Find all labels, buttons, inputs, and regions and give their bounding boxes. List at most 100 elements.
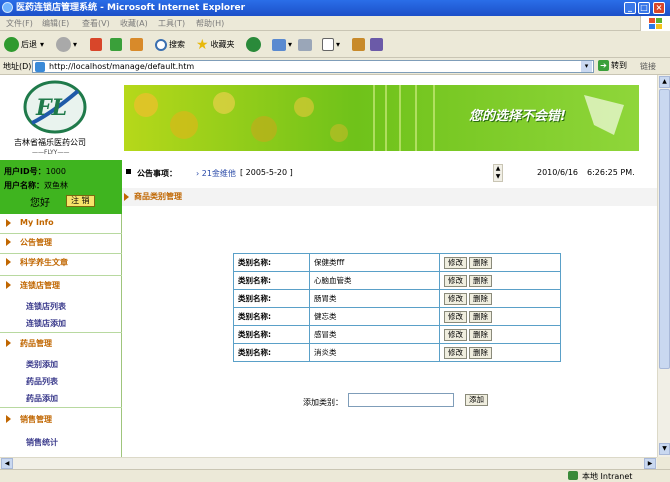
print-icon (298, 38, 312, 51)
category-name-cell: 肠胃类 (309, 289, 440, 308)
close-button[interactable]: × (653, 2, 665, 14)
maximize-button[interactable]: □ (638, 2, 650, 14)
banner: 您的选择不会错! (124, 85, 639, 151)
search-button[interactable]: 搜索 (155, 36, 185, 53)
table-row: 类别名称: 消炎类 修改 删除 (233, 343, 561, 362)
category-table-body: 类别名称: 保健类fff 修改 删除 类别名称: 心脑血管类 修改 删除 类别名称: 肠胃类 修改删… (233, 253, 561, 362)
edit-category-button[interactable]: 修改 (444, 310, 467, 323)
notice-scroller[interactable]: ▲ ▼ (493, 164, 503, 182)
refresh-button[interactable] (110, 36, 124, 53)
add-category-input[interactable] (348, 393, 454, 407)
print-button[interactable] (298, 36, 314, 53)
nav-category-add[interactable]: 类别添加 (26, 359, 58, 370)
category-name-cell: 消炎类 (309, 343, 440, 362)
nav-notice[interactable]: 公告管理 (0, 233, 122, 253)
scroll-down-button[interactable]: ▼ (659, 443, 670, 455)
favorites-button[interactable]: ★ 收藏夹 (196, 36, 235, 53)
vertical-scrollbar[interactable]: ▲ ▼ (657, 75, 670, 457)
nav-my-info[interactable]: My Info (0, 214, 122, 234)
scroll-thumb[interactable] (659, 89, 670, 369)
nav-arrow-icon (6, 219, 11, 227)
svg-text:FL: FL (35, 95, 67, 121)
menu-favorites[interactable]: 收藏(A) (120, 18, 148, 29)
stop-button[interactable] (90, 36, 104, 53)
category-actions-cell: 修改 删除 (439, 253, 561, 272)
menu-view[interactable]: 查看(V) (82, 18, 110, 29)
section-header: 商品类别管理 (122, 188, 657, 206)
delete-category-button[interactable]: 删除 (469, 274, 492, 287)
nav-drug-list[interactable]: 药品列表 (26, 376, 58, 387)
company-logo: FL (23, 80, 87, 134)
delete-category-button[interactable]: 删除 (469, 346, 492, 359)
discuss-icon (352, 38, 365, 51)
links-button[interactable]: 链接 (640, 61, 656, 72)
media-icon (246, 37, 261, 52)
mail-button[interactable]: ▾ (272, 36, 292, 53)
notice-item-link[interactable]: › 21金维他 (196, 168, 236, 179)
add-category-label: 添加类别： (303, 398, 343, 407)
nav-chain-list[interactable]: 连锁店列表 (26, 301, 66, 312)
company-name: 吉林省福乐医药公司 (14, 138, 86, 147)
bullet-icon (126, 169, 131, 174)
scroll-left-button[interactable]: ◀ (1, 458, 13, 469)
messenger-button[interactable] (370, 36, 385, 53)
nav-arrow-icon (6, 339, 11, 347)
menu-file[interactable]: 文件(F) (6, 18, 33, 29)
category-name-cell: 感冒类 (309, 325, 440, 344)
go-arrow-icon: ➔ (598, 60, 609, 71)
user-info-box: 用户ID号：1000 用户名称：双鱼林 您好 注 销 (0, 160, 122, 214)
category-label-cell: 类别名称: (233, 271, 310, 290)
horizontal-scrollbar[interactable]: ◀ ▶ (0, 457, 657, 469)
menu-edit[interactable]: 编辑(E) (42, 18, 69, 29)
nav-chain[interactable]: 连锁店管理 (0, 276, 122, 296)
category-name-cell: 保健类fff (309, 253, 440, 272)
delete-category-button[interactable]: 删除 (469, 310, 492, 323)
windows-flag-icon (649, 18, 662, 29)
discuss-button[interactable] (352, 36, 367, 53)
menu-tools[interactable]: 工具(T) (158, 18, 185, 29)
menu-bar: 文件(F) 编辑(E) 查看(V) 收藏(A) 工具(T) 帮助(H) (0, 16, 670, 31)
edit-category-button[interactable]: 修改 (444, 292, 467, 305)
delete-category-button[interactable]: 删除 (469, 256, 492, 269)
section-title: 商品类别管理 (134, 192, 182, 201)
edit-button[interactable]: ▾ (322, 36, 340, 53)
category-label-cell: 类别名称: (233, 289, 310, 308)
forward-button[interactable]: ▾ (56, 36, 77, 53)
logout-button[interactable]: 注 销 (66, 195, 95, 207)
nav-article[interactable]: 科学养生文章 (0, 253, 122, 273)
edit-category-button[interactable]: 修改 (444, 274, 467, 287)
menu-help[interactable]: 帮助(H) (196, 18, 224, 29)
edit-category-button[interactable]: 修改 (444, 346, 467, 359)
back-button[interactable]: 后退 ▾ (4, 36, 44, 53)
notice-label: 公告事项： (137, 169, 177, 178)
delete-category-button[interactable]: 删除 (469, 328, 492, 341)
nav-sales[interactable]: 销售管理 (0, 410, 122, 430)
home-icon (130, 38, 143, 51)
table-row: 类别名称: 健忘类 修改 删除 (233, 307, 561, 326)
table-row: 类别名称: 心脑血管类 修改 删除 (233, 271, 561, 290)
greeting: 您好 (30, 198, 50, 209)
section-arrow-icon (124, 193, 129, 201)
nav-sales-stat[interactable]: 销售统计 (26, 437, 58, 448)
delete-category-button[interactable]: 删除 (469, 292, 492, 305)
category-actions-cell: 修改 删除 (439, 343, 561, 362)
media-button[interactable] (246, 36, 263, 53)
search-icon (155, 38, 167, 51)
edit-category-button[interactable]: 修改 (444, 256, 467, 269)
nav-drug[interactable]: 药品管理 (0, 334, 122, 354)
minimize-button[interactable]: _ (624, 2, 636, 14)
home-button[interactable] (130, 36, 145, 53)
address-dropdown-icon[interactable]: ▾ (581, 61, 592, 72)
messenger-icon (370, 38, 383, 51)
edit-category-button[interactable]: 修改 (444, 328, 467, 341)
address-input[interactable]: http://localhost/manage/default.htm ▾ (32, 60, 594, 73)
go-button[interactable]: ➔ 转到 (598, 60, 627, 71)
refresh-icon (110, 38, 122, 51)
scroll-right-button[interactable]: ▶ (644, 458, 656, 469)
ie-icon (2, 2, 13, 13)
address-bar: 地址(D) http://localhost/manage/default.ht… (0, 58, 670, 75)
nav-drug-add[interactable]: 药品添加 (26, 393, 58, 404)
nav-chain-add[interactable]: 连锁店添加 (26, 318, 66, 329)
add-category-button[interactable]: 添加 (465, 394, 488, 406)
scroll-up-button[interactable]: ▲ (659, 76, 670, 88)
